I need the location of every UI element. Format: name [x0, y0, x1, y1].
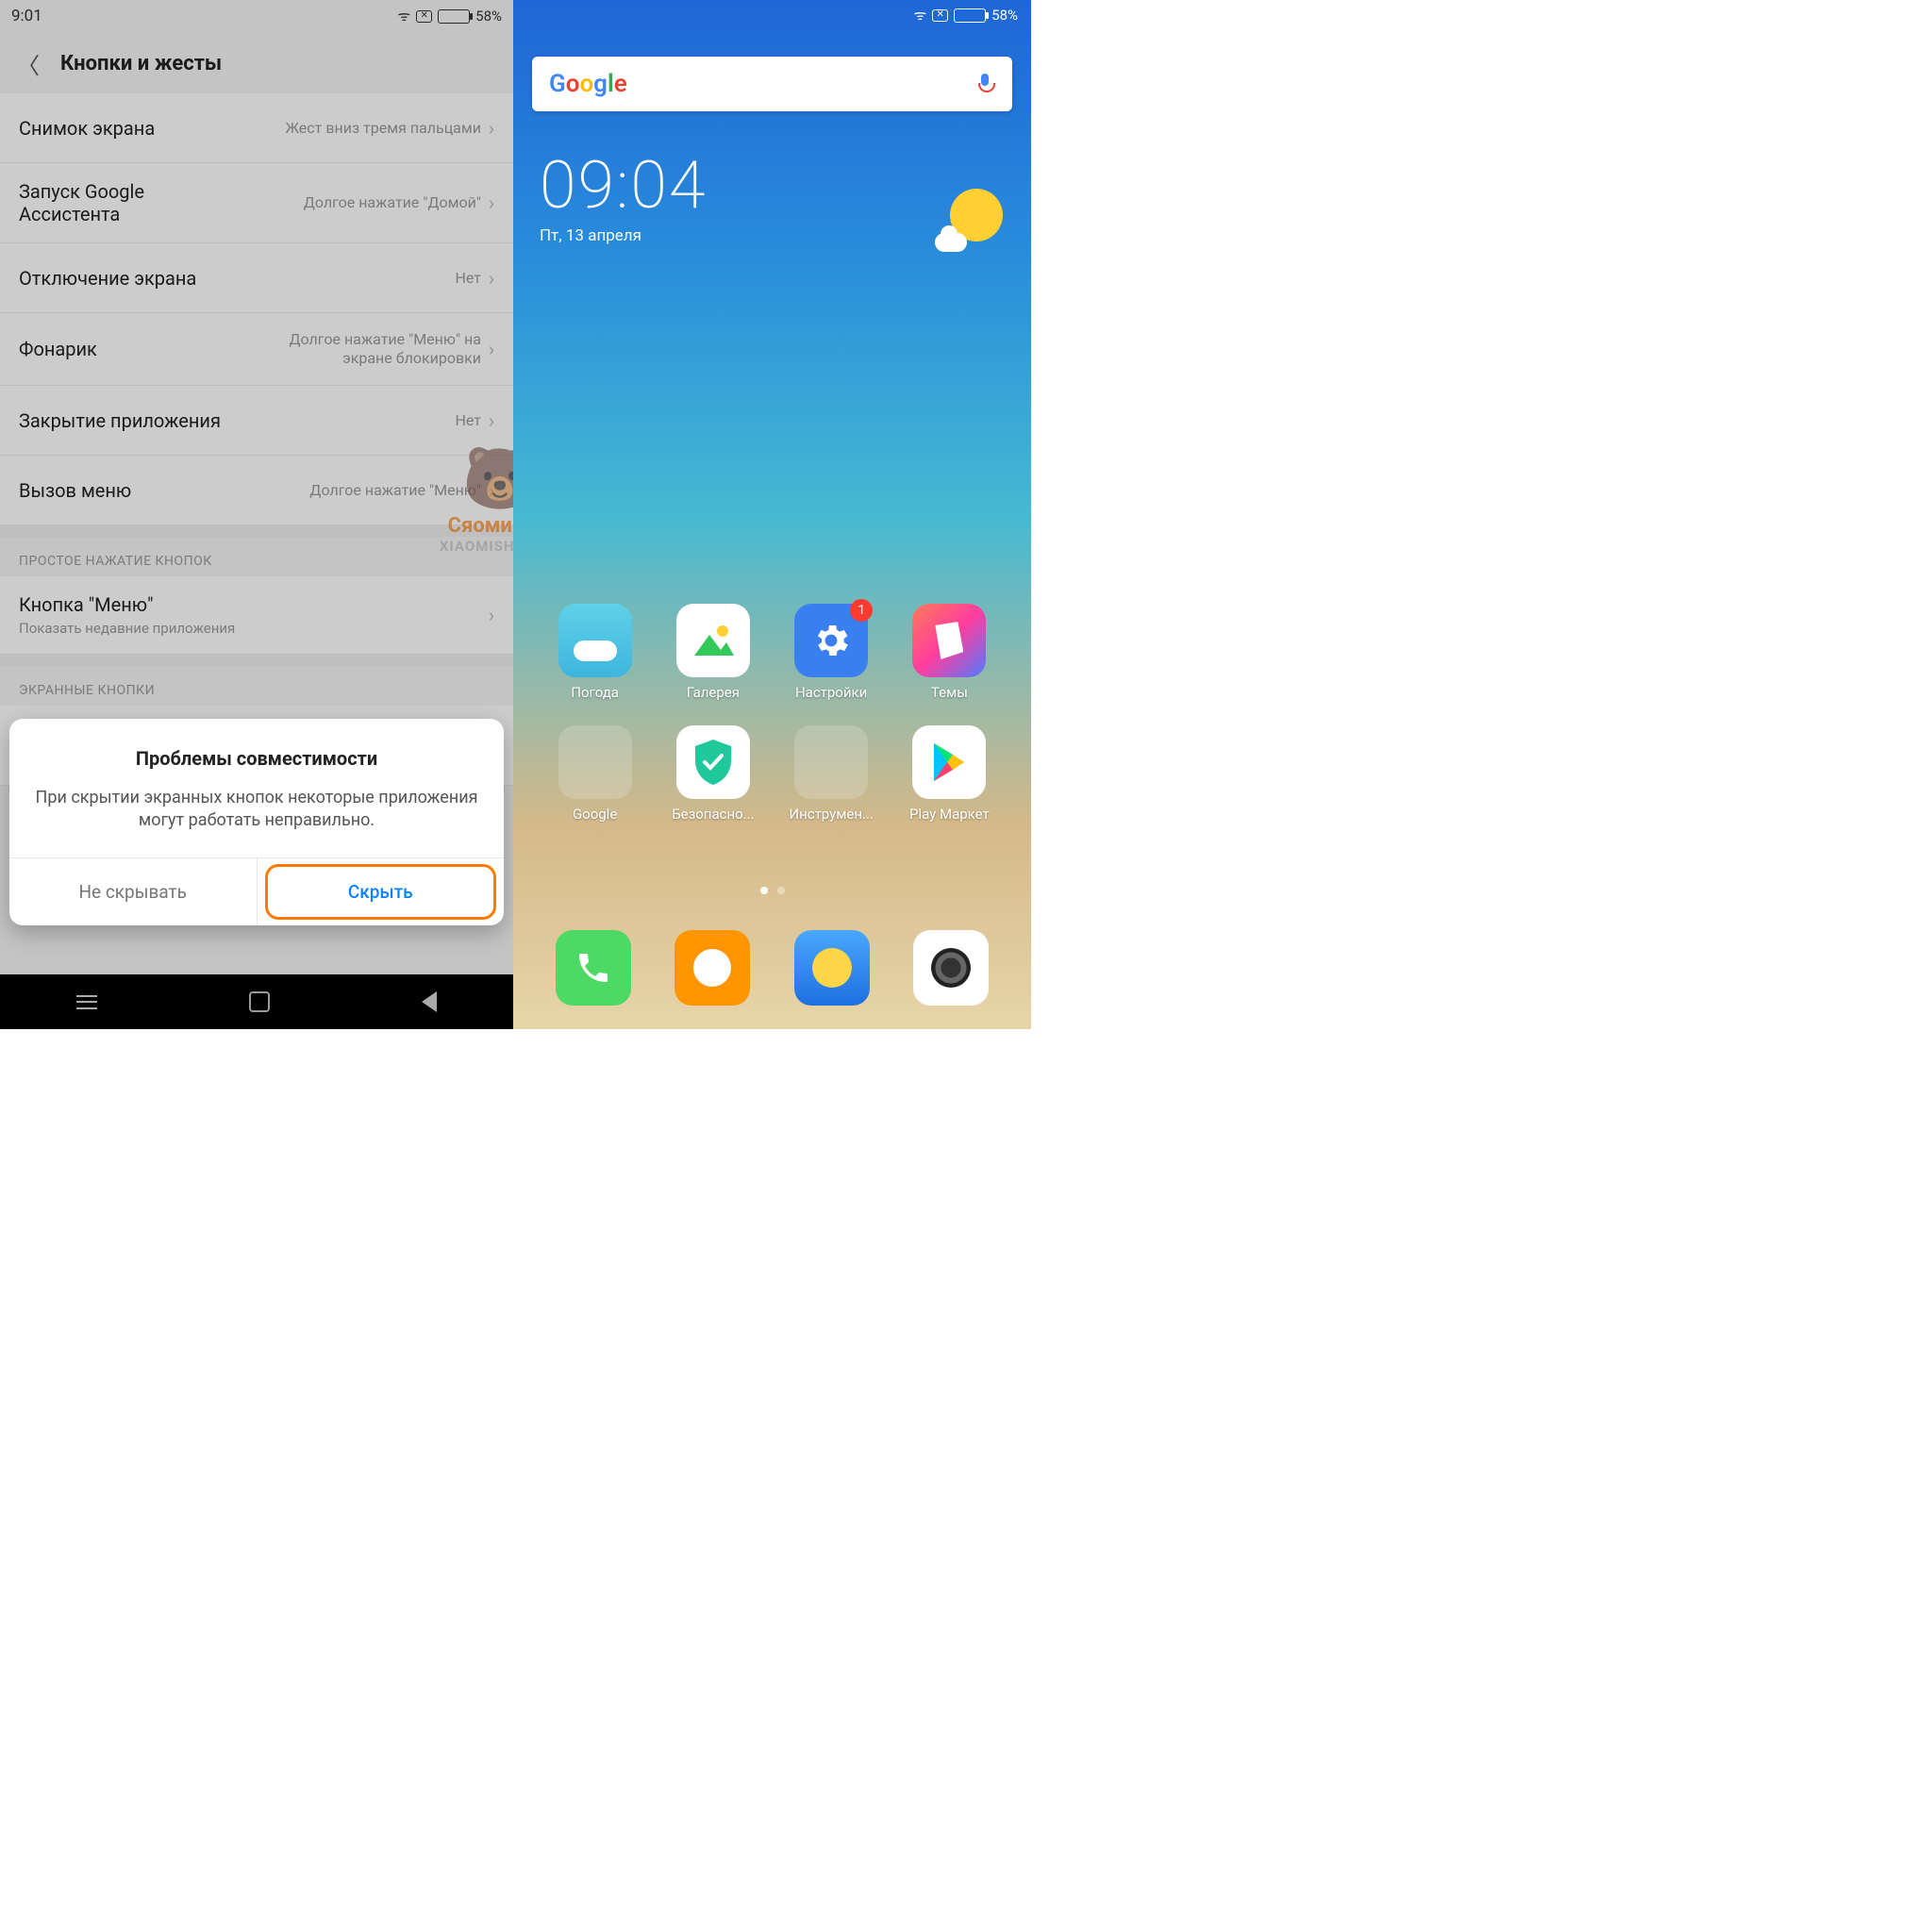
settings-screen: 9:01 ᯤ ✕ 58% 〈 Кнопки и жесты Снимок экр… — [0, 0, 513, 1029]
chevron-right-icon: › — [489, 338, 494, 360]
section-header: ЭКРАННЫЕ КНОПКИ — [0, 666, 513, 706]
nav-bar — [0, 974, 513, 1029]
chevron-right-icon: › — [489, 267, 494, 290]
app-themes[interactable]: Темы — [891, 604, 1008, 701]
dock-browser[interactable] — [794, 930, 870, 1006]
no-sim-icon: ✕ — [416, 10, 432, 23]
wifi-icon: ᯤ — [397, 7, 410, 25]
chevron-right-icon: › — [489, 604, 494, 626]
themes-icon — [912, 604, 986, 677]
nav-recents-icon[interactable] — [76, 995, 97, 1009]
battery-percent: 58% — [991, 7, 1018, 24]
app-weather[interactable]: Погода — [536, 604, 654, 701]
app-settings[interactable]: 1 Настройки — [773, 604, 891, 701]
chevron-right-icon: › — [489, 117, 494, 140]
dock-messages[interactable] — [675, 930, 750, 1006]
chevron-right-icon: › — [489, 409, 494, 432]
app-security[interactable]: Безопасно... — [654, 725, 772, 823]
battery-icon — [438, 9, 470, 24]
nav-back-icon[interactable] — [422, 991, 437, 1012]
status-time: 9:01 — [11, 7, 42, 25]
compat-dialog: Проблемы совместимости При скрытии экран… — [9, 719, 504, 925]
battery-icon — [954, 8, 986, 23]
row-screen-off[interactable]: Отключение экрана Нет › — [0, 243, 513, 313]
status-icons: ᯤ ✕ 58% — [397, 7, 502, 25]
google-search-widget[interactable]: Google — [532, 57, 1012, 111]
security-icon — [676, 725, 750, 799]
app-gallery[interactable]: Галерея — [654, 604, 772, 701]
nav-home-icon[interactable] — [249, 991, 270, 1012]
cloud-icon — [935, 233, 967, 252]
section-header: ПРОСТОЕ НАЖАТИЕ КНОПОК — [0, 537, 513, 576]
mic-icon[interactable] — [974, 74, 995, 94]
status-bar: 9:01 ᯤ ✕ 58% — [0, 0, 513, 32]
app-play-store[interactable]: Play Маркет — [891, 725, 1008, 823]
row-screenshot[interactable]: Снимок экрана Жест вниз тремя пальцами › — [0, 93, 513, 163]
app-grid: Погода Галерея 1 Настройки Темы G — [513, 604, 1031, 823]
back-icon[interactable]: 〈 — [17, 47, 40, 80]
dialog-message: При скрытии экранных кнопок некоторые пр… — [34, 787, 479, 833]
page-dot[interactable] — [777, 887, 785, 894]
dock-camera[interactable] — [913, 930, 989, 1006]
google-logo: Google — [549, 70, 627, 98]
wifi-icon: ᯤ — [913, 6, 926, 25]
gallery-icon — [676, 604, 750, 677]
folder-icon — [794, 725, 868, 799]
page-title: Кнопки и жесты — [60, 52, 222, 75]
page-indicator — [513, 887, 1031, 894]
confirm-button[interactable]: Скрыть — [258, 858, 505, 925]
play-store-icon — [912, 725, 986, 799]
cancel-button[interactable]: Не скрывать — [9, 858, 258, 925]
dialog-title: Проблемы совместимости — [34, 747, 479, 770]
chevron-right-icon: › — [489, 479, 494, 502]
page-dot-active — [760, 887, 768, 894]
chevron-right-icon: › — [489, 191, 494, 214]
title-bar: 〈 Кнопки и жесты — [0, 32, 513, 93]
row-menu-call[interactable]: Вызов меню Долгое нажатие "Меню" › — [0, 456, 513, 525]
battery-percent: 58% — [475, 8, 502, 25]
row-menu-button[interactable]: Кнопка "Меню" Показать недавние приложен… — [0, 576, 513, 655]
badge: 1 — [850, 599, 873, 622]
folder-google[interactable]: Google — [536, 725, 654, 823]
dock-phone[interactable] — [556, 930, 631, 1006]
settings-list: Снимок экрана Жест вниз тремя пальцами ›… — [0, 93, 513, 525]
weather-icon — [558, 604, 632, 677]
settings-icon: 1 — [794, 604, 868, 677]
row-flashlight[interactable]: Фонарик Долгое нажатие "Меню" на экране … — [0, 313, 513, 386]
status-bar: ᯤ ✕ 58% — [513, 0, 1031, 30]
highlight-ring — [265, 864, 497, 920]
no-sim-icon: ✕ — [932, 9, 948, 22]
folder-icon — [558, 725, 632, 799]
folder-tools[interactable]: Инструмен... — [773, 725, 891, 823]
weather-widget[interactable] — [935, 189, 1003, 257]
row-close-app[interactable]: Закрытие приложения Нет › — [0, 386, 513, 456]
dock — [513, 923, 1031, 1029]
row-assistant[interactable]: Запуск Google Ассистента Долгое нажатие … — [0, 163, 513, 243]
home-screen: ᯤ ✕ 58% Google 09:04 Пт, 13 апреля Погод… — [513, 0, 1031, 1029]
